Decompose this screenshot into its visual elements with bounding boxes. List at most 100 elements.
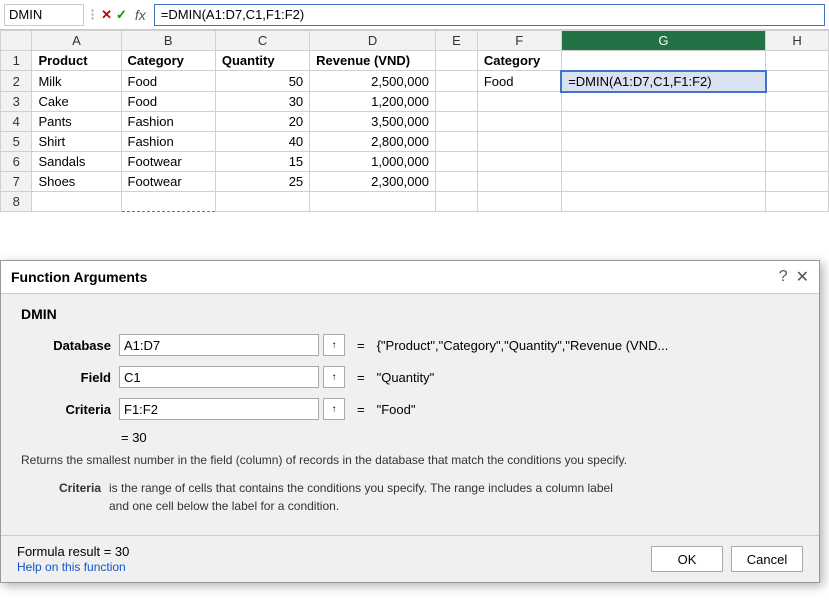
close-icon[interactable]: ✕ [796, 267, 809, 287]
cancel-formula-icon[interactable]: ✕ [101, 7, 112, 23]
help-icon[interactable]: ? [779, 268, 788, 286]
formula-input[interactable] [154, 4, 825, 26]
cell-b7[interactable]: Footwear [121, 172, 215, 192]
cell-h8[interactable] [766, 192, 829, 212]
help-link[interactable]: Help on this function [17, 560, 126, 574]
cell-e6[interactable] [435, 152, 477, 172]
cell-e5[interactable] [435, 132, 477, 152]
cell-a4[interactable]: Pants [32, 112, 121, 132]
cell-h4[interactable] [766, 112, 829, 132]
row-header-7: 7 [1, 172, 32, 192]
cell-f7[interactable] [477, 172, 561, 192]
cell-d4[interactable]: 3,500,000 [310, 112, 436, 132]
cell-a8[interactable] [32, 192, 121, 212]
cell-b5[interactable]: Fashion [121, 132, 215, 152]
cell-g1[interactable] [561, 51, 765, 71]
dialog-buttons: OK Cancel [651, 546, 803, 572]
col-header-e[interactable]: E [435, 31, 477, 51]
col-header-b[interactable]: B [121, 31, 215, 51]
cell-b3[interactable]: Food [121, 92, 215, 112]
cell-a1[interactable]: Product [32, 51, 121, 71]
col-header-f[interactable]: F [477, 31, 561, 51]
cell-a3[interactable]: Cake [32, 92, 121, 112]
arg-input-field[interactable] [119, 366, 319, 388]
cell-d2[interactable]: 2,500,000 [310, 71, 436, 92]
cell-b1[interactable]: Category [121, 51, 215, 71]
cell-f8[interactable] [477, 192, 561, 212]
cell-e7[interactable] [435, 172, 477, 192]
result-line: = 30 [121, 430, 799, 445]
cell-g4[interactable] [561, 112, 765, 132]
row-header-4: 4 [1, 112, 32, 132]
cell-h1[interactable] [766, 51, 829, 71]
function-arguments-dialog: Function Arguments ? ✕ DMIN Database ↑ =… [0, 260, 820, 583]
cancel-button[interactable]: Cancel [731, 546, 803, 572]
cell-f2[interactable]: Food [477, 71, 561, 92]
col-header-h[interactable]: H [766, 31, 829, 51]
cell-g3[interactable] [561, 92, 765, 112]
arg-input-database[interactable] [119, 334, 319, 356]
cell-c8[interactable] [215, 192, 309, 212]
cell-b8[interactable] [121, 192, 215, 212]
cell-a5[interactable]: Shirt [32, 132, 121, 152]
cell-f1[interactable]: Category [477, 51, 561, 71]
cell-f5[interactable] [477, 132, 561, 152]
cell-a6[interactable]: Sandals [32, 152, 121, 172]
cell-e4[interactable] [435, 112, 477, 132]
cell-d7[interactable]: 2,300,000 [310, 172, 436, 192]
cell-d5[interactable]: 2,800,000 [310, 132, 436, 152]
cell-f3[interactable] [477, 92, 561, 112]
cell-g5[interactable] [561, 132, 765, 152]
cell-d6[interactable]: 1,000,000 [310, 152, 436, 172]
row-header-8: 8 [1, 192, 32, 212]
cell-c2[interactable]: 50 [215, 71, 309, 92]
cell-d1[interactable]: Revenue (VND) [310, 51, 436, 71]
cell-c6[interactable]: 15 [215, 152, 309, 172]
collapse-btn-field[interactable]: ↑ [323, 366, 345, 388]
cell-e2[interactable] [435, 71, 477, 92]
cell-g2[interactable]: =DMIN(A1:D7,C1,F1:F2) [561, 71, 765, 92]
cell-c7[interactable]: 25 [215, 172, 309, 192]
cell-g6[interactable] [561, 152, 765, 172]
cell-c4[interactable]: 20 [215, 112, 309, 132]
col-header-a[interactable]: A [32, 31, 121, 51]
cell-a7[interactable]: Shoes [32, 172, 121, 192]
arg-row-field: Field ↑ = "Quantity" [21, 366, 799, 388]
table-row: 4 Pants Fashion 20 3,500,000 [1, 112, 829, 132]
cell-h6[interactable] [766, 152, 829, 172]
name-box[interactable]: DMIN [4, 4, 84, 26]
arg-row-criteria: Criteria ↑ = "Food" [21, 398, 799, 420]
cell-b2[interactable]: Food [121, 71, 215, 92]
cell-g8[interactable] [561, 192, 765, 212]
ok-button[interactable]: OK [651, 546, 723, 572]
col-header-g[interactable]: G [561, 31, 765, 51]
cell-h3[interactable] [766, 92, 829, 112]
cell-c3[interactable]: 30 [215, 92, 309, 112]
cell-h5[interactable] [766, 132, 829, 152]
confirm-formula-icon[interactable]: ✓ [116, 7, 127, 23]
col-header-d[interactable]: D [310, 31, 436, 51]
col-header-c[interactable]: C [215, 31, 309, 51]
arg-input-criteria[interactable] [119, 398, 319, 420]
cell-d3[interactable]: 1,200,000 [310, 92, 436, 112]
cell-h7[interactable] [766, 172, 829, 192]
cell-f4[interactable] [477, 112, 561, 132]
dialog-titlebar: Function Arguments ? ✕ [1, 261, 819, 294]
cell-b6[interactable]: Footwear [121, 152, 215, 172]
cell-e8[interactable] [435, 192, 477, 212]
cell-f6[interactable] [477, 152, 561, 172]
cell-d8[interactable] [310, 192, 436, 212]
fx-button[interactable]: fx [131, 6, 150, 24]
cell-b4[interactable]: Fashion [121, 112, 215, 132]
row-header-3: 3 [1, 92, 32, 112]
dialog-title: Function Arguments [11, 269, 147, 285]
cell-g7[interactable] [561, 172, 765, 192]
cell-c5[interactable]: 40 [215, 132, 309, 152]
cell-h2[interactable] [766, 71, 829, 92]
cell-e3[interactable] [435, 92, 477, 112]
collapse-btn-criteria[interactable]: ↑ [323, 398, 345, 420]
cell-a2[interactable]: Milk [32, 71, 121, 92]
cell-e1[interactable] [435, 51, 477, 71]
collapse-btn-database[interactable]: ↑ [323, 334, 345, 356]
cell-c1[interactable]: Quantity [215, 51, 309, 71]
